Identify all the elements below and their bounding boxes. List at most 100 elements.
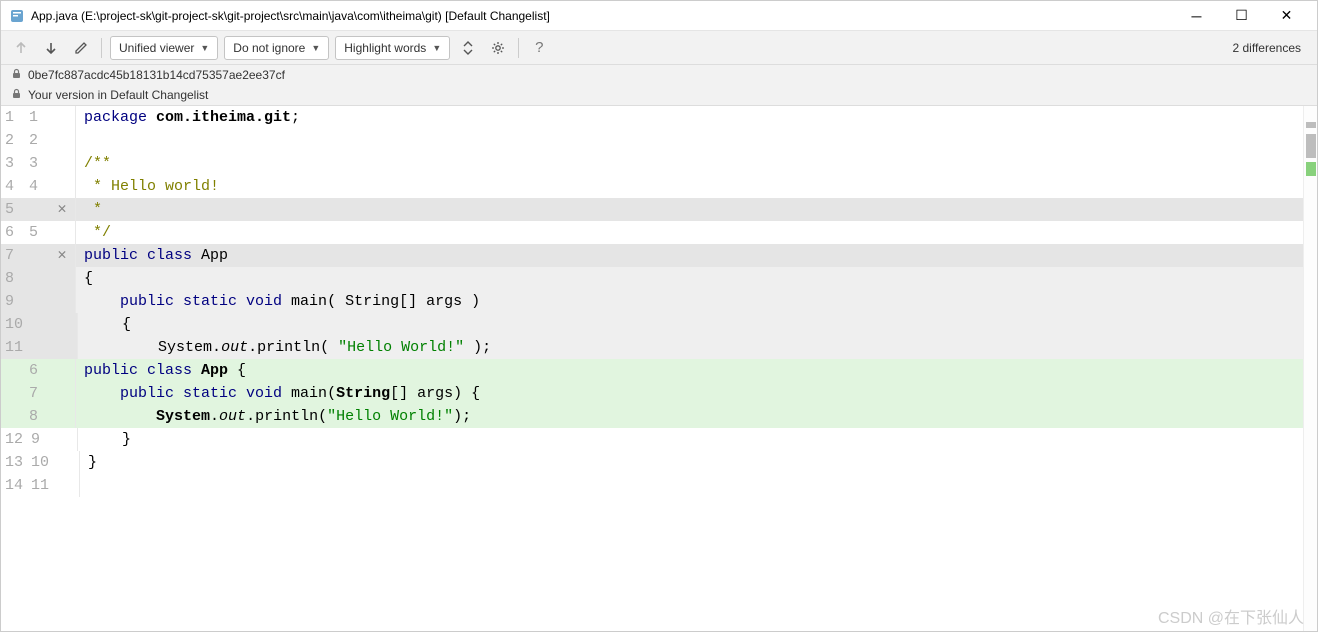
line-gutter: 1411 — [1, 474, 80, 497]
version-info-row: Your version in Default Changelist — [1, 85, 1317, 105]
line-gutter: 65 — [1, 221, 76, 244]
line-gutter: 7✕ — [1, 244, 76, 267]
code-line[interactable]: 22 — [1, 129, 1317, 152]
code-line[interactable]: 6public class App { — [1, 359, 1317, 382]
line-content[interactable]: * — [76, 198, 1317, 221]
line-content[interactable]: System.out.println( "Hello World!" ); — [78, 336, 1317, 359]
revert-marker — [49, 359, 75, 382]
code-line[interactable]: 33/** — [1, 152, 1317, 175]
close-button[interactable]: ✕ — [1264, 2, 1309, 30]
revert-marker — [53, 474, 79, 497]
code-line[interactable]: 5✕ * — [1, 198, 1317, 221]
commit-hash: 0be7fc887acdc45b18131b14cd75357ae2ee37cf — [28, 68, 285, 82]
prev-diff-button[interactable] — [9, 36, 33, 60]
code-line[interactable]: 7✕public class App — [1, 244, 1317, 267]
revert-marker — [49, 106, 75, 129]
line-content[interactable]: public class App — [76, 244, 1317, 267]
revert-marker — [51, 313, 77, 336]
settings-button[interactable] — [486, 36, 510, 60]
revert-marker[interactable]: ✕ — [49, 198, 75, 221]
code-line[interactable]: 11package com.itheima.git; — [1, 106, 1317, 129]
commit-info-row: 0be7fc887acdc45b18131b14cd75357ae2ee37cf — [1, 65, 1317, 85]
chevron-down-icon: ▼ — [200, 43, 209, 53]
diff-editor[interactable]: 11package com.itheima.git;2233/**44 * He… — [1, 106, 1317, 631]
line-content[interactable] — [80, 474, 1317, 497]
app-icon — [9, 8, 25, 24]
code-line[interactable]: 44 * Hello world! — [1, 175, 1317, 198]
help-button[interactable]: ? — [527, 36, 551, 60]
line-gutter: 9 — [1, 290, 76, 313]
line-gutter: 129 — [1, 428, 78, 451]
code-line[interactable]: 7 public static void main(String[] args)… — [1, 382, 1317, 405]
revert-marker — [49, 405, 75, 428]
code-line[interactable]: 1310} — [1, 451, 1317, 474]
revert-marker — [49, 152, 75, 175]
ignore-label: Do not ignore — [233, 41, 305, 55]
maximize-button[interactable]: ☐ — [1219, 2, 1264, 30]
diff-count-label: 2 differences — [1233, 41, 1310, 55]
ignore-dropdown[interactable]: Do not ignore ▼ — [224, 36, 329, 60]
line-gutter: 5✕ — [1, 198, 76, 221]
line-content[interactable]: package com.itheima.git; — [76, 106, 1317, 129]
line-content[interactable]: { — [78, 313, 1317, 336]
line-gutter: 11 — [1, 106, 76, 129]
minimize-button[interactable]: ─ — [1174, 2, 1219, 30]
revert-marker — [49, 267, 75, 290]
line-gutter: 33 — [1, 152, 76, 175]
revert-marker — [49, 129, 75, 152]
code-line[interactable]: 8 System.out.println("Hello World!"); — [1, 405, 1317, 428]
line-content[interactable]: public class App { — [76, 359, 1317, 382]
line-content[interactable]: } — [80, 451, 1317, 474]
revert-marker — [53, 451, 79, 474]
code-line[interactable]: 1411 — [1, 474, 1317, 497]
edit-source-button[interactable] — [69, 36, 93, 60]
line-gutter: 8 — [1, 405, 76, 428]
code-line[interactable]: 9 public static void main( String[] args… — [1, 290, 1317, 313]
line-content[interactable]: /** — [76, 152, 1317, 175]
code-line[interactable]: 11 System.out.println( "Hello World!" ); — [1, 336, 1317, 359]
line-gutter: 10 — [1, 313, 78, 336]
revert-marker — [49, 290, 75, 313]
expand-collapse-button[interactable] — [456, 36, 480, 60]
line-gutter: 44 — [1, 175, 76, 198]
code-line[interactable]: 10 { — [1, 313, 1317, 336]
scroll-marker-strip[interactable] — [1303, 106, 1317, 631]
line-content[interactable] — [76, 129, 1317, 152]
lock-icon — [11, 68, 22, 82]
revert-marker[interactable]: ✕ — [49, 244, 75, 267]
line-content[interactable]: public static void main(String[] args) { — [76, 382, 1317, 405]
chevron-down-icon: ▼ — [311, 43, 320, 53]
viewer-mode-dropdown[interactable]: Unified viewer ▼ — [110, 36, 218, 60]
diff-toolbar: Unified viewer ▼ Do not ignore ▼ Highlig… — [1, 31, 1317, 65]
code-line[interactable]: 8{ — [1, 267, 1317, 290]
toolbar-separator — [518, 38, 519, 58]
lock-icon — [11, 88, 22, 102]
revert-marker — [49, 221, 75, 244]
revert-marker — [49, 382, 75, 405]
titlebar: App.java (E:\project-sk\git-project-sk\g… — [1, 1, 1317, 31]
line-content[interactable]: public static void main( String[] args ) — [76, 290, 1317, 313]
line-gutter: 8 — [1, 267, 76, 290]
next-diff-button[interactable] — [39, 36, 63, 60]
highlight-dropdown[interactable]: Highlight words ▼ — [335, 36, 450, 60]
line-gutter: 6 — [1, 359, 76, 382]
code-line[interactable]: 65 */ — [1, 221, 1317, 244]
line-gutter: 11 — [1, 336, 78, 359]
viewer-mode-label: Unified viewer — [119, 41, 194, 55]
line-gutter: 22 — [1, 129, 76, 152]
line-content[interactable]: System.out.println("Hello World!"); — [76, 405, 1317, 428]
highlight-label: Highlight words — [344, 41, 426, 55]
line-content[interactable]: { — [76, 267, 1317, 290]
version-label: Your version in Default Changelist — [28, 88, 208, 102]
line-gutter: 1310 — [1, 451, 80, 474]
line-content[interactable]: */ — [76, 221, 1317, 244]
revert-marker — [51, 336, 77, 359]
line-gutter: 7 — [1, 382, 76, 405]
revert-marker — [51, 428, 77, 451]
line-content[interactable]: * Hello world! — [76, 175, 1317, 198]
line-content[interactable]: } — [78, 428, 1317, 451]
window-title: App.java (E:\project-sk\git-project-sk\g… — [31, 9, 1174, 23]
chevron-down-icon: ▼ — [432, 43, 441, 53]
code-line[interactable]: 129 } — [1, 428, 1317, 451]
revert-marker — [49, 175, 75, 198]
